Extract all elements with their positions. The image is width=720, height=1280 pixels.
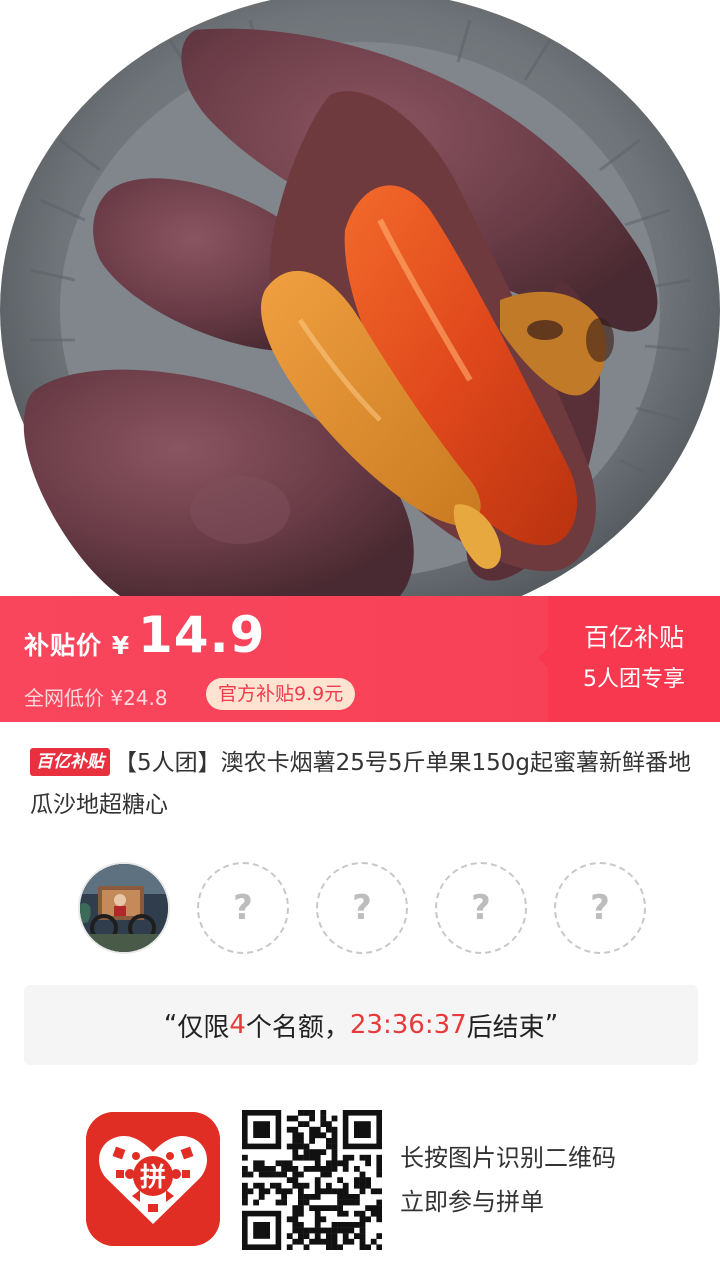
price-panel: 补贴价 ¥ 14.9 全网低价 ¥24.8 官方补贴9.9元 bbox=[0, 596, 548, 722]
price-banner: 补贴价 ¥ 14.9 全网低价 ¥24.8 官方补贴9.9元 百亿补贴 5人团专… bbox=[0, 596, 720, 722]
notice-prefix: 仅限 bbox=[177, 1012, 230, 1043]
empty-slot: ? bbox=[316, 862, 408, 954]
group-members: ? ? ? ? bbox=[78, 862, 673, 954]
avatar-image bbox=[80, 864, 168, 952]
subsidy-price: 14.9 bbox=[138, 606, 266, 664]
official-subsidy-badge: 官方补贴9.9元 bbox=[206, 678, 356, 710]
countdown-notice: “仅限 4 个名额， 23:36:37 后结束” bbox=[24, 985, 698, 1065]
qr-code-graphic bbox=[242, 1110, 383, 1251]
product-title-text: 【5人团】澳农卡烟薯25号5斤单果150g起蜜薯新鲜番地瓜沙地超糖心 bbox=[30, 750, 692, 818]
qr-hint: 长按图片识别二维码 立即参与拼单 bbox=[400, 1136, 616, 1224]
program-title: 百亿补贴 bbox=[583, 623, 684, 652]
close-quote: ” bbox=[544, 1010, 559, 1040]
empty-slot: ? bbox=[554, 862, 646, 954]
qr-hint-line2: 立即参与拼单 bbox=[400, 1188, 544, 1216]
question-mark-icon: ? bbox=[590, 888, 610, 928]
question-mark-icon: ? bbox=[233, 888, 253, 928]
pinduoduo-logo-icon: 拼 bbox=[86, 1112, 220, 1246]
app-logo-graphic: 拼 bbox=[86, 1112, 220, 1246]
question-mark-icon: ? bbox=[352, 888, 372, 928]
avatar[interactable] bbox=[78, 862, 170, 954]
market-price-label: 全网低价 ¥24.8 bbox=[24, 686, 168, 710]
group-size-label: 5人团专享 bbox=[583, 667, 685, 692]
remaining-slots: 4 bbox=[229, 1010, 246, 1040]
subsidy-program-badge: 百亿补贴 bbox=[30, 748, 110, 776]
subsidy-price-label: 补贴价 ¥ bbox=[24, 631, 131, 660]
qr-hint-line1: 长按图片识别二维码 bbox=[400, 1144, 616, 1172]
product-image[interactable] bbox=[0, 0, 720, 596]
empty-slot: ? bbox=[435, 862, 527, 954]
notice-middle: 个名额， bbox=[245, 1012, 350, 1043]
countdown-timer: 23:36:37 bbox=[349, 1010, 467, 1040]
empty-slot: ? bbox=[197, 862, 289, 954]
question-mark-icon: ? bbox=[471, 888, 491, 928]
logo-text: 拼 bbox=[140, 1163, 166, 1193]
open-quote: “ bbox=[163, 1010, 178, 1040]
sweet-potato-photo bbox=[0, 0, 720, 596]
program-panel: 百亿补贴 5人团专享 bbox=[538, 596, 720, 722]
qr-code-icon[interactable] bbox=[242, 1110, 383, 1251]
notice-suffix: 后结束 bbox=[466, 1012, 545, 1043]
product-title: 百亿补贴 【5人团】澳农卡烟薯25号5斤单果150g起蜜薯新鲜番地瓜沙地超糖心 bbox=[30, 742, 694, 826]
